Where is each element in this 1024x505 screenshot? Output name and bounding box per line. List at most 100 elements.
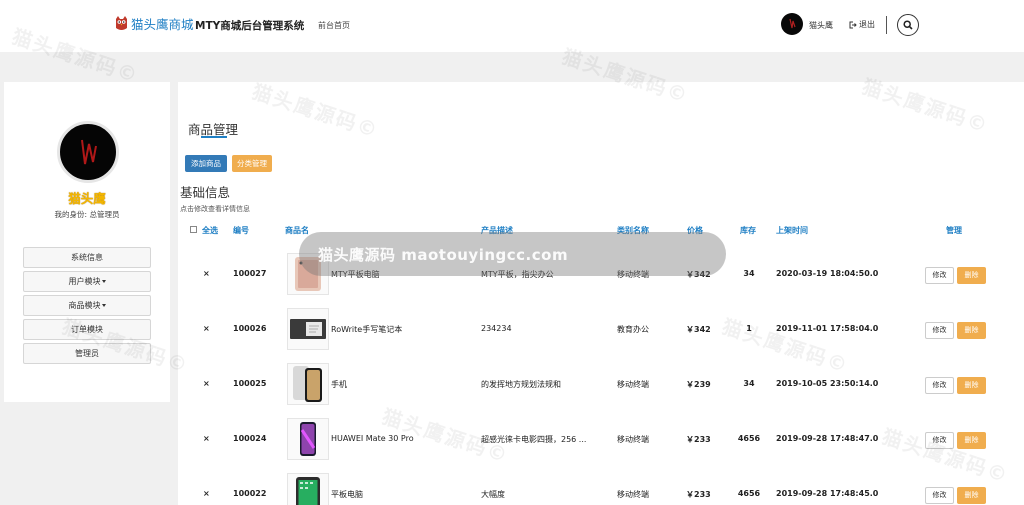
row-id: 100022	[233, 489, 267, 498]
system-title: MTY商城后台管理系统	[195, 20, 305, 32]
product-time: 2019-09-28 17:48:45.0	[776, 489, 879, 498]
product-price: ￥239	[686, 380, 711, 389]
avatar-image-icon	[789, 18, 796, 29]
header-time: 上架时间	[776, 226, 808, 235]
sidebar-menu: 系统信息 用户模块 商品模块 订单模块 管理员	[23, 247, 151, 367]
table-row: × 100026 RoWrite手写笔记本 234234 教育办公 ￥342 1…	[178, 302, 1024, 356]
product-name: HUAWEI Mate 30 Pro	[331, 434, 414, 443]
product-time: 2020-03-19 18:04:50.0	[776, 269, 879, 278]
row-mark[interactable]: ×	[203, 379, 210, 388]
user-avatar[interactable]	[781, 13, 803, 35]
product-desc: 超感光徕卡电影四摄，256 ...	[481, 435, 587, 444]
product-stock: 34	[743, 269, 755, 278]
edit-button[interactable]: 修改	[925, 432, 954, 449]
search-icon	[903, 20, 913, 30]
profile-role: 我的身份: 总管理员	[54, 210, 120, 219]
sidebar-item-system-info[interactable]: 系统信息	[23, 247, 151, 268]
edit-button[interactable]: 修改	[925, 322, 954, 339]
header-stock: 库存	[740, 226, 756, 235]
notebook-image-icon	[290, 319, 326, 339]
avatar-image-icon	[81, 139, 97, 165]
sidebar-item-product-module[interactable]: 商品模块	[23, 295, 151, 316]
logout-link[interactable]: 退出	[849, 19, 875, 30]
username[interactable]: 猫头鹰	[809, 20, 833, 31]
row-id: 100026	[233, 324, 267, 333]
phone-image-icon	[300, 422, 316, 456]
product-stock: 1	[746, 324, 752, 333]
product-category: 移动终端	[617, 435, 649, 444]
product-price: ￥233	[686, 490, 711, 499]
product-thumbnail[interactable]	[287, 473, 329, 505]
logout-icon	[849, 21, 857, 28]
logo-text: 猫头鹰商城	[131, 17, 194, 32]
product-price: ￥342	[686, 325, 711, 334]
logout-label: 退出	[859, 20, 875, 29]
sidebar-item-admin[interactable]: 管理员	[23, 343, 151, 364]
category-manage-button[interactable]: 分类管理	[232, 155, 272, 172]
edit-button[interactable]: 修改	[925, 487, 954, 504]
owl-logo-icon	[116, 16, 127, 30]
row-mark[interactable]: ×	[203, 269, 210, 278]
sidebar-item-order-module[interactable]: 订单模块	[23, 319, 151, 340]
phone-image-icon	[293, 366, 322, 402]
caret-down-icon	[101, 304, 106, 307]
product-time: 2019-09-28 17:48:47.0	[776, 434, 879, 443]
product-desc: 的发挥地方规划法规和	[481, 380, 561, 389]
profile-sidebar: 猫头鹰 我的身份: 总管理员 系统信息 用户模块 商品模块 订单模块 管理员	[4, 82, 170, 402]
caret-down-icon	[101, 280, 106, 283]
header-manage: 管理	[946, 226, 962, 235]
product-desc: 234234	[481, 324, 512, 333]
title-underline	[201, 136, 227, 138]
delete-button[interactable]: 删除	[957, 487, 986, 504]
product-thumbnail[interactable]	[287, 308, 329, 350]
header-id: 编号	[233, 226, 249, 235]
product-category: 移动终端	[617, 380, 649, 389]
product-stock: 34	[743, 379, 755, 388]
row-mark[interactable]: ×	[203, 434, 210, 443]
row-id: 100024	[233, 434, 267, 443]
nav-divider	[886, 16, 887, 34]
watermark-banner-text: 猫头鹰源码 maotouyingcc.com	[318, 246, 569, 264]
row-mark[interactable]: ×	[203, 489, 210, 498]
delete-button[interactable]: 删除	[957, 377, 986, 394]
add-product-button[interactable]: 添加商品	[185, 155, 227, 172]
top-navbar: 猫头鹰商城 MTY商城后台管理系统 前台首页 猫头鹰 退出	[0, 0, 1024, 52]
section-title: 基础信息	[180, 185, 231, 200]
product-category: 教育办公	[617, 325, 649, 334]
product-time: 2019-10-05 23:50:14.0	[776, 379, 879, 388]
row-id: 100027	[233, 269, 267, 278]
section-hint: 点击修改查看详情信息	[180, 205, 250, 213]
product-stock: 4656	[737, 489, 761, 498]
table-row: × 100025 手机 的发挥地方规划法规和 移动终端 ￥239 34 2019…	[178, 357, 1024, 411]
profile-name: 猫头鹰	[68, 191, 106, 206]
home-link[interactable]: 前台首页	[318, 20, 350, 31]
product-thumbnail[interactable]	[287, 418, 329, 460]
header-name: 商品名	[285, 226, 309, 235]
product-thumbnail[interactable]	[287, 363, 329, 405]
delete-button[interactable]: 删除	[957, 267, 986, 284]
search-button[interactable]	[897, 14, 919, 36]
product-name: 平板电脑	[331, 490, 363, 499]
sidebar-item-user-module[interactable]: 用户模块	[23, 271, 151, 292]
tablet-image-icon	[296, 477, 320, 505]
delete-button[interactable]: 删除	[957, 322, 986, 339]
edit-button[interactable]: 修改	[925, 377, 954, 394]
delete-button[interactable]: 删除	[957, 432, 986, 449]
header-select-all[interactable]: 全选	[202, 225, 218, 236]
select-all-checkbox[interactable]	[190, 226, 197, 233]
table-row: × 100022 平板电脑 大幅度 移动终端 ￥233 4656 2019-09…	[178, 467, 1024, 505]
row-mark[interactable]: ×	[203, 324, 210, 333]
edit-button[interactable]: 修改	[925, 267, 954, 284]
product-category: 移动终端	[617, 490, 649, 499]
product-price: ￥233	[686, 435, 711, 444]
product-stock: 4656	[737, 434, 761, 443]
profile-avatar	[57, 121, 119, 183]
product-name: 手机	[331, 380, 347, 389]
product-time: 2019-11-01 17:58:04.0	[776, 324, 879, 333]
table-row: × 100024 HUAWEI Mate 30 Pro 超感光徕卡电影四摄，25…	[178, 412, 1024, 466]
logo[interactable]: 猫头鹰商城	[114, 14, 194, 33]
product-name: RoWrite手写笔记本	[331, 325, 403, 334]
product-desc: 大幅度	[481, 490, 505, 499]
main-panel: 商品管理 添加商品 分类管理 基础信息 点击修改查看详情信息 全选 编号 商品名…	[178, 82, 1024, 505]
row-id: 100025	[233, 379, 267, 388]
